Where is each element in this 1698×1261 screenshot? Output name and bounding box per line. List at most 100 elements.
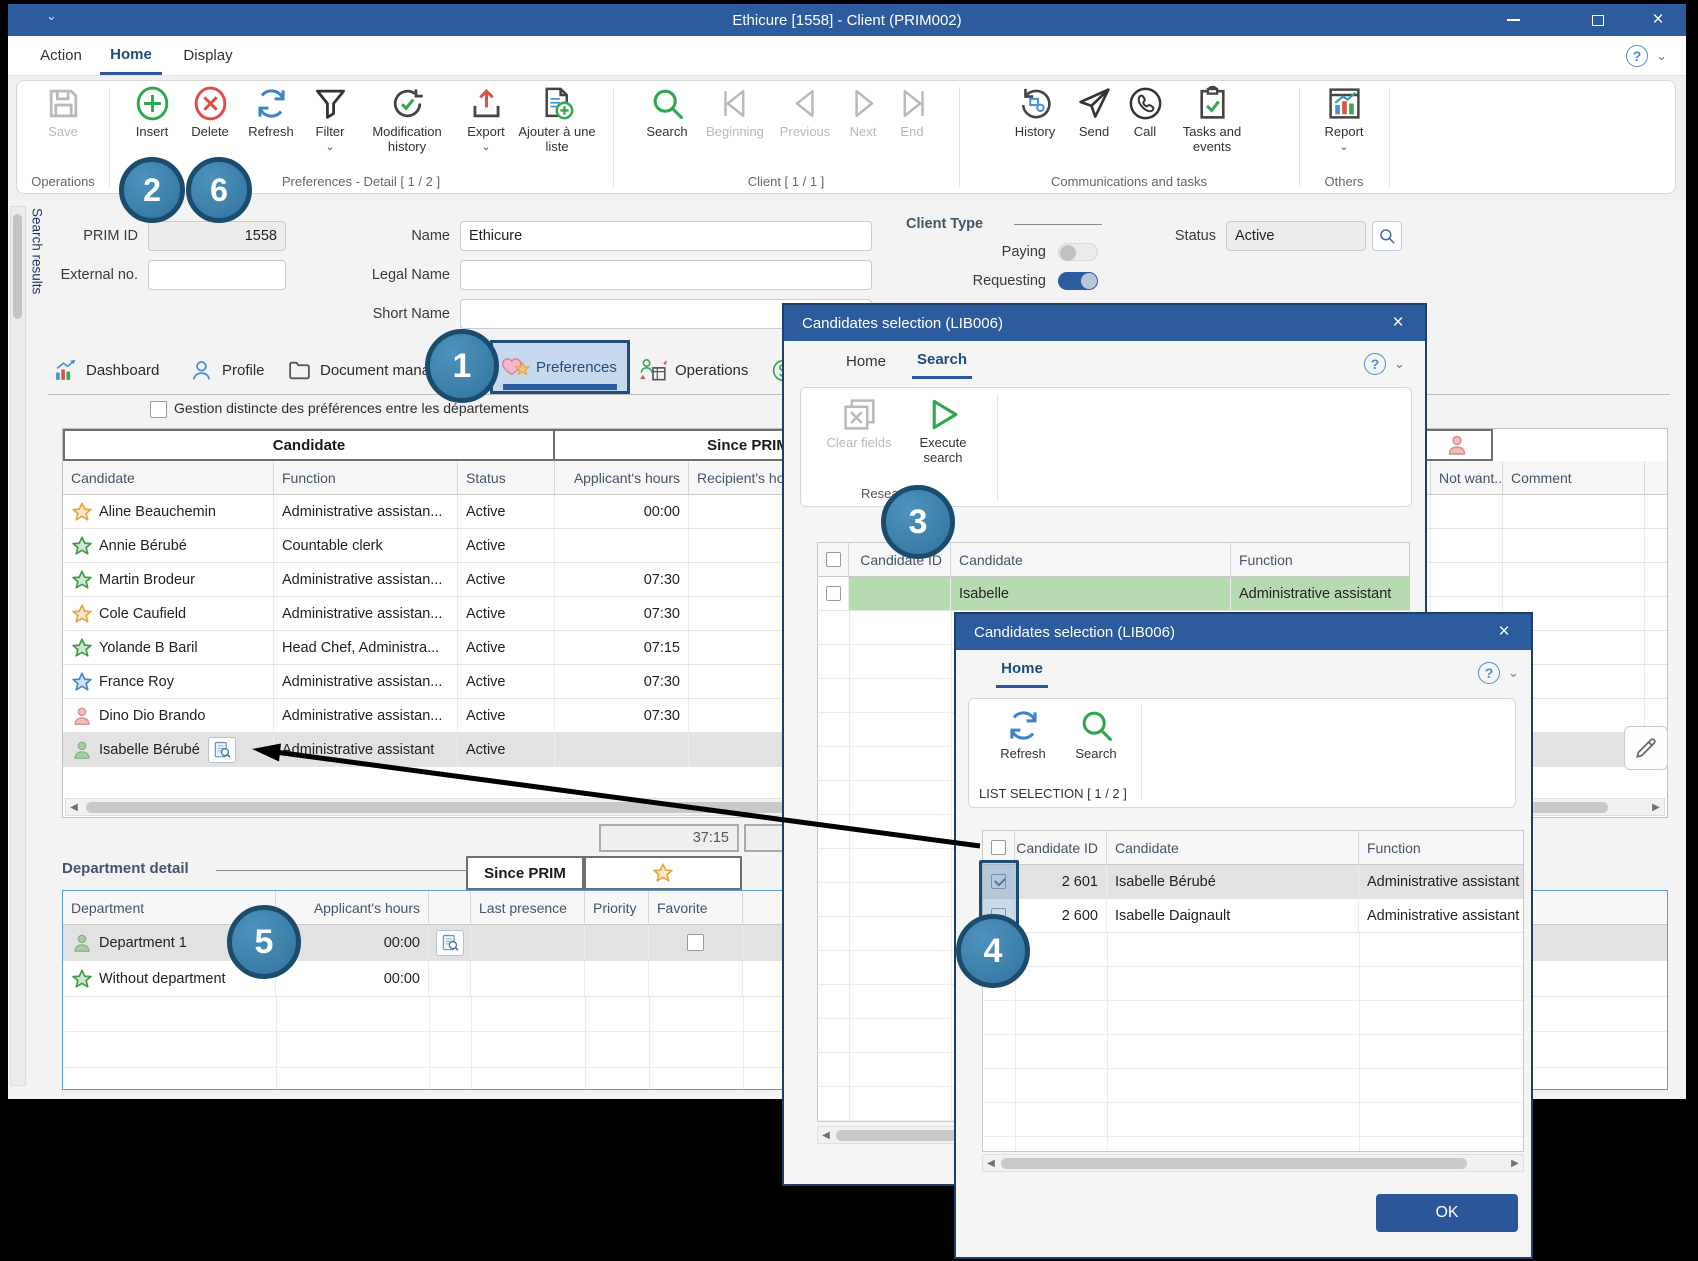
tab-operations[interactable]: Operations bbox=[638, 348, 748, 392]
tab-document-management[interactable]: Document mana bbox=[286, 348, 430, 392]
side-panel-splitter[interactable] bbox=[10, 206, 26, 1086]
col-function[interactable]: Function bbox=[1359, 831, 1523, 864]
list-row[interactable]: 2 600 Isabelle Daignault Administrative … bbox=[983, 899, 1523, 933]
person-red-icon bbox=[71, 705, 93, 727]
edit-comment-button[interactable] bbox=[1624, 726, 1668, 770]
col-last-presence[interactable]: Last presence bbox=[471, 891, 585, 924]
candidate-lookup-button[interactable] bbox=[207, 736, 236, 763]
next-button[interactable]: Next bbox=[840, 85, 886, 140]
execute-search-button[interactable]: Execute search bbox=[903, 396, 983, 465]
search-button[interactable]: Search bbox=[638, 85, 696, 140]
external-no-field[interactable] bbox=[148, 260, 286, 290]
col-comment[interactable]: Comment bbox=[1503, 461, 1645, 494]
select-all-checkbox[interactable] bbox=[991, 840, 1006, 855]
help-icon[interactable]: ? bbox=[1478, 662, 1500, 684]
col-candidate-id[interactable]: Candidate ID bbox=[1015, 831, 1107, 864]
report-button[interactable]: Report ⌄ bbox=[1314, 85, 1374, 153]
col-not-wanted[interactable]: Not want... bbox=[1431, 461, 1503, 494]
document-plus-icon bbox=[539, 85, 576, 122]
search-result-row[interactable]: Isabelle Administrative assistant bbox=[818, 577, 1409, 611]
dialog-tab-home[interactable]: Home bbox=[840, 343, 892, 379]
side-panel-scroll-thumb[interactable] bbox=[13, 214, 22, 319]
delete-button[interactable]: Delete bbox=[183, 85, 237, 154]
tab-dashboard[interactable]: Dashboard bbox=[52, 348, 159, 392]
help-icon[interactable]: ? bbox=[1364, 353, 1386, 375]
close-icon[interactable]: × bbox=[1385, 311, 1411, 335]
scroll-left-icon[interactable]: ◀ bbox=[983, 1158, 999, 1169]
chevron-down-icon[interactable]: ⌄ bbox=[1508, 665, 1519, 681]
ok-button[interactable]: OK bbox=[1376, 1194, 1518, 1232]
close-icon[interactable]: × bbox=[1491, 620, 1517, 644]
scroll-left-icon[interactable]: ◀ bbox=[818, 1130, 834, 1141]
prim-id-label: PRIM ID bbox=[83, 228, 138, 244]
department-lookup-button[interactable] bbox=[435, 929, 464, 956]
scroll-right-icon[interactable]: ▶ bbox=[1507, 1158, 1523, 1169]
minimize-button[interactable] bbox=[1490, 4, 1536, 36]
col-candidate[interactable]: Candidate bbox=[1107, 831, 1359, 864]
refresh-button[interactable]: Refresh bbox=[241, 85, 301, 154]
close-button[interactable]: × bbox=[1635, 4, 1681, 36]
col-status[interactable]: Status bbox=[458, 461, 555, 494]
help-icon[interactable]: ? bbox=[1626, 45, 1648, 67]
row-checkbox[interactable] bbox=[825, 586, 841, 601]
tasks-events-button[interactable]: Tasks and events bbox=[1171, 85, 1253, 154]
modification-history-button[interactable]: Modification history bbox=[359, 85, 455, 154]
previous-button[interactable]: Previous bbox=[774, 85, 836, 140]
add-to-list-button[interactable]: Ajouter à une liste bbox=[517, 85, 597, 154]
search-icon bbox=[1078, 707, 1115, 744]
dialog-tab-search[interactable]: Search bbox=[912, 343, 972, 379]
prim-id-field: 1558 bbox=[148, 221, 286, 251]
col-priority[interactable]: Priority bbox=[585, 891, 649, 924]
chevron-down-icon[interactable]: ⌄ bbox=[1656, 48, 1667, 64]
filter-button[interactable]: Filter ⌄ bbox=[305, 85, 355, 154]
maximize-button[interactable] bbox=[1575, 4, 1621, 36]
name-label: Name bbox=[411, 228, 450, 244]
insert-button[interactable]: Insert bbox=[125, 85, 179, 154]
col-function[interactable]: Function bbox=[1231, 543, 1409, 576]
chevron-down-icon[interactable]: ⌄ bbox=[1394, 356, 1405, 372]
next-record-icon bbox=[845, 85, 882, 122]
search-button[interactable]: Search bbox=[1065, 707, 1127, 762]
scroll-right-icon[interactable]: ▶ bbox=[1648, 802, 1664, 813]
list-row-selected[interactable]: 2 601 Isabelle Bérubé Administrative ass… bbox=[983, 865, 1523, 899]
send-button[interactable]: Send bbox=[1069, 85, 1119, 154]
favorite-checkbox[interactable] bbox=[687, 934, 704, 951]
name-field[interactable]: Ethicure bbox=[460, 221, 872, 251]
save-button[interactable]: Save bbox=[28, 85, 98, 140]
paying-toggle[interactable] bbox=[1058, 243, 1098, 261]
dialog-tab-home[interactable]: Home bbox=[996, 652, 1048, 688]
scroll-left-icon[interactable]: ◀ bbox=[66, 802, 82, 813]
col-dept-applicants-hours[interactable]: Applicant's hours bbox=[276, 891, 429, 924]
status-field[interactable]: Active bbox=[1226, 221, 1366, 251]
legal-name-label: Legal Name bbox=[371, 267, 450, 283]
distinct-preferences-checkbox[interactable] bbox=[150, 401, 167, 418]
chevron-down-icon: ⌄ bbox=[481, 140, 491, 153]
dialog-titlebar: Candidates selection (LIB006) bbox=[784, 305, 1425, 341]
list-table-hscrollbar[interactable]: ◀ ▶ bbox=[982, 1154, 1524, 1172]
tab-action[interactable]: Action bbox=[30, 36, 92, 75]
window-titlebar: ⌄ Ethicure [1558] - Client (PRIM002) × bbox=[8, 4, 1686, 36]
legal-name-field[interactable] bbox=[460, 260, 872, 290]
col-applicants-hours[interactable]: Applicant's hours bbox=[555, 461, 689, 494]
tab-display[interactable]: Display bbox=[170, 36, 246, 75]
export-button[interactable]: Export ⌄ bbox=[459, 85, 513, 154]
tab-preferences[interactable]: Preferences bbox=[490, 340, 630, 394]
call-button[interactable]: Call bbox=[1123, 85, 1167, 154]
clear-fields-button[interactable]: Clear fields bbox=[823, 396, 895, 451]
pencil-icon bbox=[1633, 735, 1659, 761]
beginning-button[interactable]: Beginning bbox=[700, 85, 770, 140]
tab-profile[interactable]: Profile bbox=[188, 348, 265, 392]
col-candidate[interactable]: Candidate bbox=[63, 461, 274, 494]
end-button[interactable]: End bbox=[890, 85, 934, 140]
col-candidate[interactable]: Candidate bbox=[951, 543, 1231, 576]
ribbon-group-caption: Client [ 1 / 1 ] bbox=[747, 174, 825, 189]
requesting-toggle[interactable] bbox=[1058, 272, 1098, 290]
history-button[interactable]: History bbox=[1005, 85, 1065, 154]
operations-icon bbox=[638, 357, 668, 383]
tab-home[interactable]: Home bbox=[100, 36, 162, 75]
status-search-button[interactable] bbox=[1372, 221, 1402, 251]
col-function[interactable]: Function bbox=[274, 461, 458, 494]
refresh-button[interactable]: Refresh bbox=[991, 707, 1055, 762]
select-all-checkbox[interactable] bbox=[825, 552, 841, 567]
col-favorite[interactable]: Favorite bbox=[649, 891, 743, 924]
